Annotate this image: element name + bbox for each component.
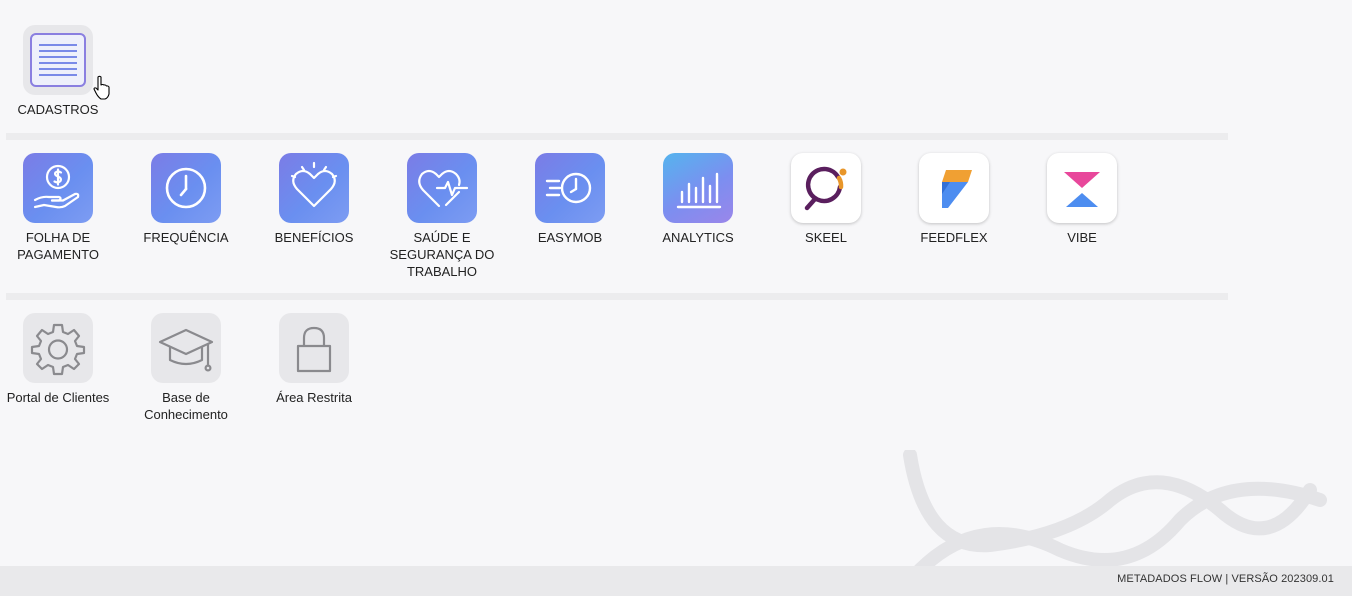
tile-portal-de-clientes[interactable]: Portal de Clientes <box>3 313 113 406</box>
tile-base-de-conhecimento[interactable]: Base de Conhecimento <box>131 313 241 423</box>
tile-label: BENEFÍCIOS <box>274 230 354 245</box>
tile-area-restrita[interactable]: Área Restrita <box>259 313 369 406</box>
fast-clock-icon <box>535 153 605 223</box>
tile-beneficios[interactable]: BENEFÍCIOS <box>259 153 369 246</box>
tile-vibe[interactable]: VIBE <box>1027 153 1137 246</box>
tile-label: SAÚDE E SEGURANÇA DO TRABALHO <box>389 230 495 279</box>
tile-label: Portal de Clientes <box>6 390 110 405</box>
lock-icon <box>279 313 349 383</box>
tile-skeel[interactable]: SKEEL <box>771 153 881 246</box>
tile-label: FEEDFLEX <box>920 230 988 245</box>
heart-icon <box>279 153 349 223</box>
tile-label: EASYMOB <box>537 230 603 245</box>
graduation-cap-icon <box>151 313 221 383</box>
tile-label: CADASTROS <box>17 102 99 117</box>
bar-chart-icon <box>663 153 733 223</box>
heart-pulse-icon <box>407 153 477 223</box>
tile-label: FOLHA DE PAGAMENTO <box>17 230 99 262</box>
gear-icon <box>23 313 93 383</box>
skeel-logo-icon <box>791 153 861 223</box>
feedflex-logo-icon <box>919 153 989 223</box>
version-text: METADADOS FLOW | VERSÃO 202309.01 <box>1117 573 1334 585</box>
tile-feedflex[interactable]: FEEDFLEX <box>899 153 1009 246</box>
tile-frequencia[interactable]: FREQUÊNCIA <box>131 153 241 246</box>
tile-label: Base de Conhecimento <box>144 390 228 422</box>
section-divider <box>6 293 1228 300</box>
footer-bar: METADADOS FLOW | VERSÃO 202309.01 <box>0 566 1352 596</box>
clock-icon <box>151 153 221 223</box>
decorative-wave <box>903 450 1327 570</box>
tile-label: FREQUÊNCIA <box>143 230 229 245</box>
hand-cursor-icon <box>93 75 110 100</box>
list-document-icon <box>23 25 93 95</box>
section-divider <box>6 133 1228 140</box>
tile-analytics[interactable]: ANALYTICS <box>643 153 753 246</box>
tile-label: SKEEL <box>805 230 847 245</box>
tile-cadastros[interactable]: CADASTROS <box>3 25 113 118</box>
tile-label: Área Restrita <box>276 390 352 405</box>
tile-saude-e-seguranca[interactable]: SAÚDE E SEGURANÇA DO TRABALHO <box>387 153 497 280</box>
tile-label: ANALYTICS <box>662 230 734 245</box>
tile-easymob[interactable]: EASYMOB <box>515 153 625 246</box>
tile-folha-de-pagamento[interactable]: FOLHA DE PAGAMENTO <box>3 153 113 263</box>
vibe-logo-icon <box>1047 153 1117 223</box>
tile-label: VIBE <box>1067 230 1097 245</box>
hand-money-icon <box>23 153 93 223</box>
